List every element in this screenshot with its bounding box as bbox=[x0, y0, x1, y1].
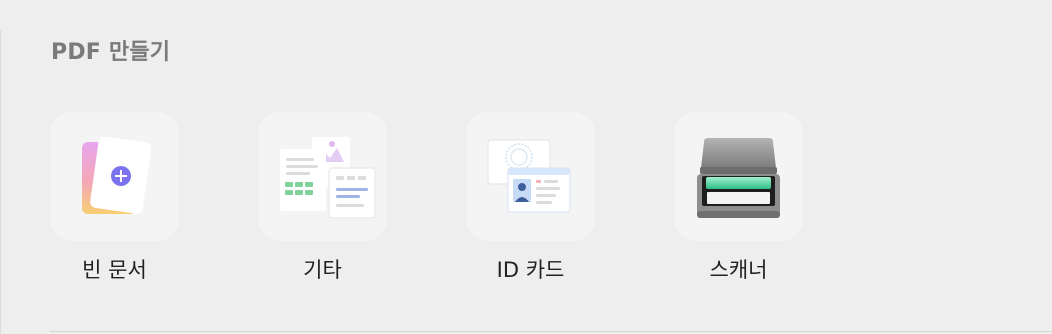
other-tile-box[interactable] bbox=[258, 112, 387, 241]
id-card-label: ID 카드 bbox=[496, 258, 565, 282]
left-divider bbox=[0, 30, 1, 334]
other-documents-icon bbox=[280, 137, 376, 219]
blank-document-label: 빈 문서 bbox=[82, 258, 147, 282]
section-title: PDF 만들기 bbox=[51, 40, 171, 65]
scanner-tile[interactable]: 스캐너 bbox=[674, 112, 803, 284]
bottom-divider bbox=[50, 331, 1052, 332]
blank-document-icon bbox=[82, 136, 152, 214]
other-tile[interactable]: 기타 bbox=[258, 112, 387, 284]
id-card-tile-box[interactable] bbox=[466, 112, 595, 241]
blank-document-tile[interactable]: 빈 문서 bbox=[50, 112, 179, 284]
scanner-label: 스캐너 bbox=[709, 258, 768, 282]
create-pdf-options: 빈 문서 기타 ID 카드 스캐너 bbox=[50, 112, 882, 284]
scanner-icon bbox=[697, 138, 780, 218]
blank-document-tile-box[interactable] bbox=[50, 112, 179, 241]
scanner-tile-box[interactable] bbox=[674, 112, 803, 241]
id-card-tile[interactable]: ID 카드 bbox=[466, 112, 595, 284]
other-label: 기타 bbox=[303, 258, 342, 282]
id-card-icon bbox=[487, 139, 571, 213]
